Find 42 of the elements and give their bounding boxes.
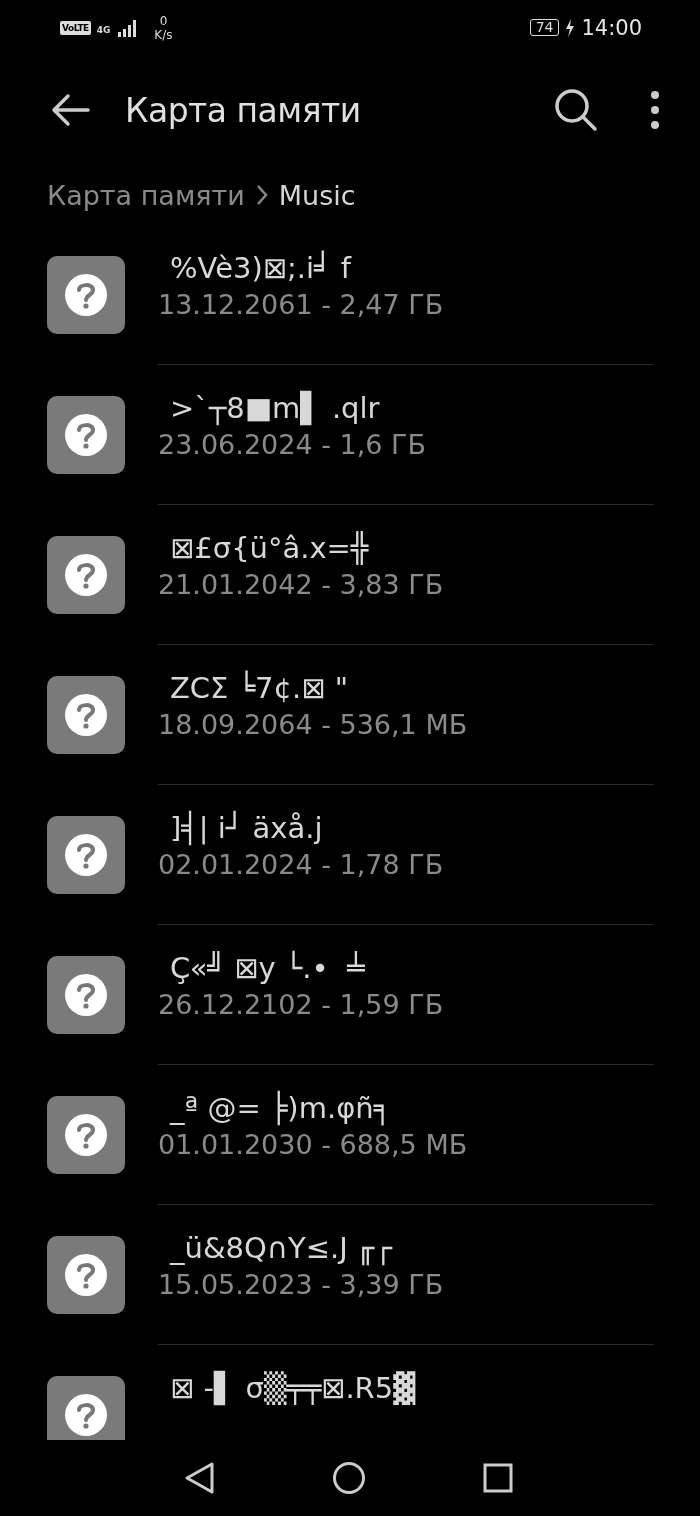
file-details: 01.01.2030 - 688,5 МБ [158, 1129, 469, 1160]
back-nav-icon[interactable] [183, 1461, 217, 1495]
speed-value: 0 [159, 13, 168, 28]
file-details: 13.12.2061 - 2,47 ГБ [158, 289, 445, 320]
breadcrumb-item[interactable]: Карта памяти [47, 179, 245, 211]
question-icon [64, 973, 108, 1017]
network-type: 4G [96, 25, 111, 35]
speed-unit: K/s [154, 27, 173, 42]
more-icon[interactable] [650, 90, 660, 130]
search-icon[interactable] [554, 88, 598, 132]
question-icon [64, 1113, 108, 1157]
question-icon [64, 553, 108, 597]
clock: 14:00 [581, 15, 642, 40]
chevron-icon [254, 183, 269, 207]
back-icon[interactable] [50, 93, 90, 127]
question-icon [64, 1393, 108, 1437]
question-icon [64, 413, 108, 457]
file-name: ]╡| i┘ äxå.j [169, 811, 324, 845]
file-name: _ü&8Q∩Y≤.J ╓┌ [168, 1231, 394, 1265]
file-name: ⊠£σ{ü°â.x=╬ [169, 531, 370, 565]
breadcrumb-item[interactable]: Music [278, 179, 356, 211]
question-icon [64, 273, 108, 317]
file-name: ZCΣ ╘7¢.⊠ " [169, 671, 350, 705]
file-details: 02.01.2024 - 1,78 ГБ [158, 849, 445, 880]
file-details: 21.01.2042 - 3,83 ГБ [158, 569, 445, 600]
battery-indicator: 74 [529, 19, 560, 36]
file-name: ⊠ -▌ σ▒╤╤⊠.R5▓ [169, 1371, 417, 1405]
file-details: 18.09.2064 - 536,1 МБ [158, 709, 469, 740]
file-name: _ª @= ╞)m.φñ╕ [168, 1091, 393, 1125]
file-name: >`┬8■m▌ .qlr [169, 391, 381, 425]
file-details: 26.12.2102 - 1,59 ГБ [158, 989, 445, 1020]
file-name: Ç«╝ ⊠y └.• ╧ [169, 951, 366, 985]
question-icon [64, 833, 108, 877]
home-nav-icon[interactable] [332, 1461, 366, 1495]
recents-nav-icon[interactable] [481, 1461, 515, 1495]
question-icon [64, 1253, 108, 1297]
volte-badge: VoLTE [60, 20, 91, 35]
file-name: %Vè3)⊠;.i╛ f [169, 251, 353, 285]
file-details: 23.06.2024 - 1,6 ГБ [158, 429, 427, 460]
question-icon [64, 693, 108, 737]
screen-title: Карта памяти [125, 90, 361, 130]
file-details: 15.05.2023 - 3,39 ГБ [158, 1269, 445, 1300]
